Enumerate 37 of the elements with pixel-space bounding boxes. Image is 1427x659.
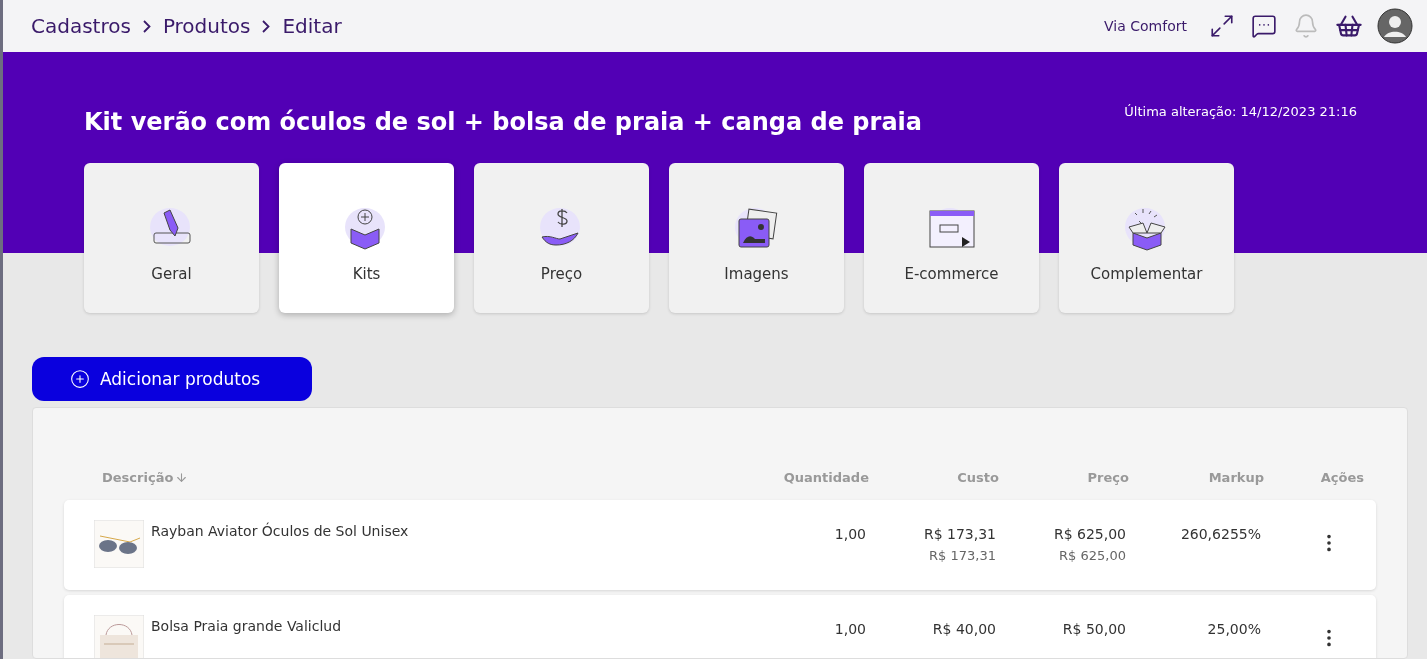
column-header: Ações — [1319, 470, 1364, 485]
chevron-right-icon — [262, 19, 271, 33]
product-description: Bolsa Praia grande Valiclud — [151, 618, 342, 634]
cost-text: R$ 173,31 — [923, 526, 996, 542]
chevron-right-icon — [142, 19, 151, 33]
breadcrumb-item[interactable]: Editar — [282, 14, 342, 38]
add-products-button[interactable]: Adicionar produtos — [32, 357, 312, 401]
company-name: Via Comfort — [1104, 18, 1187, 34]
quantity-text: 1,00 — [834, 621, 866, 637]
markup-text: 260,6255% — [1180, 526, 1261, 542]
tab-card[interactable]: Preço — [474, 163, 649, 313]
price-subtext: R$ 625,00 — [1059, 548, 1126, 563]
avatar-icon[interactable] — [1377, 8, 1413, 44]
column-header: Markup — [1207, 470, 1264, 485]
column-header: Preço — [1086, 470, 1129, 485]
cost-subtext: R$ 173,31 — [929, 548, 996, 563]
sort-arrow-icon — [175, 471, 189, 484]
product-description: Rayban Aviator Óculos de Sol Unisex — [151, 523, 409, 539]
price-text: R$ 50,00 — [1062, 621, 1126, 637]
page-title: Kit verão com óculos de sol + bolsa de praia + canga de praia — [84, 108, 922, 136]
breadcrumb-item[interactable]: Cadastros — [31, 14, 131, 38]
column-header: Custo — [956, 470, 999, 485]
quantity-text: 1,00 — [834, 526, 866, 542]
plus-circle-icon — [70, 369, 90, 389]
fullscreen-icon[interactable] — [1209, 13, 1235, 39]
tab-card[interactable]: Kits — [279, 163, 454, 313]
markup-text: 25,00% — [1207, 621, 1261, 637]
tab-card[interactable]: E-commerce — [864, 163, 1039, 313]
price-text: R$ 625,00 — [1053, 526, 1126, 542]
tab-card[interactable]: Geral — [84, 163, 259, 313]
help-chat-icon[interactable] — [1251, 13, 1277, 39]
cost-text: R$ 40,00 — [932, 621, 996, 637]
column-header: Quantidade — [782, 470, 869, 485]
last-change-text: Última alteração: 14/12/2023 21:16 — [1124, 104, 1357, 119]
tab-card[interactable]: Complementar — [1059, 163, 1234, 313]
breadcrumb-item[interactable]: Produtos — [162, 14, 251, 38]
tab-card[interactable]: Imagens — [669, 163, 844, 313]
